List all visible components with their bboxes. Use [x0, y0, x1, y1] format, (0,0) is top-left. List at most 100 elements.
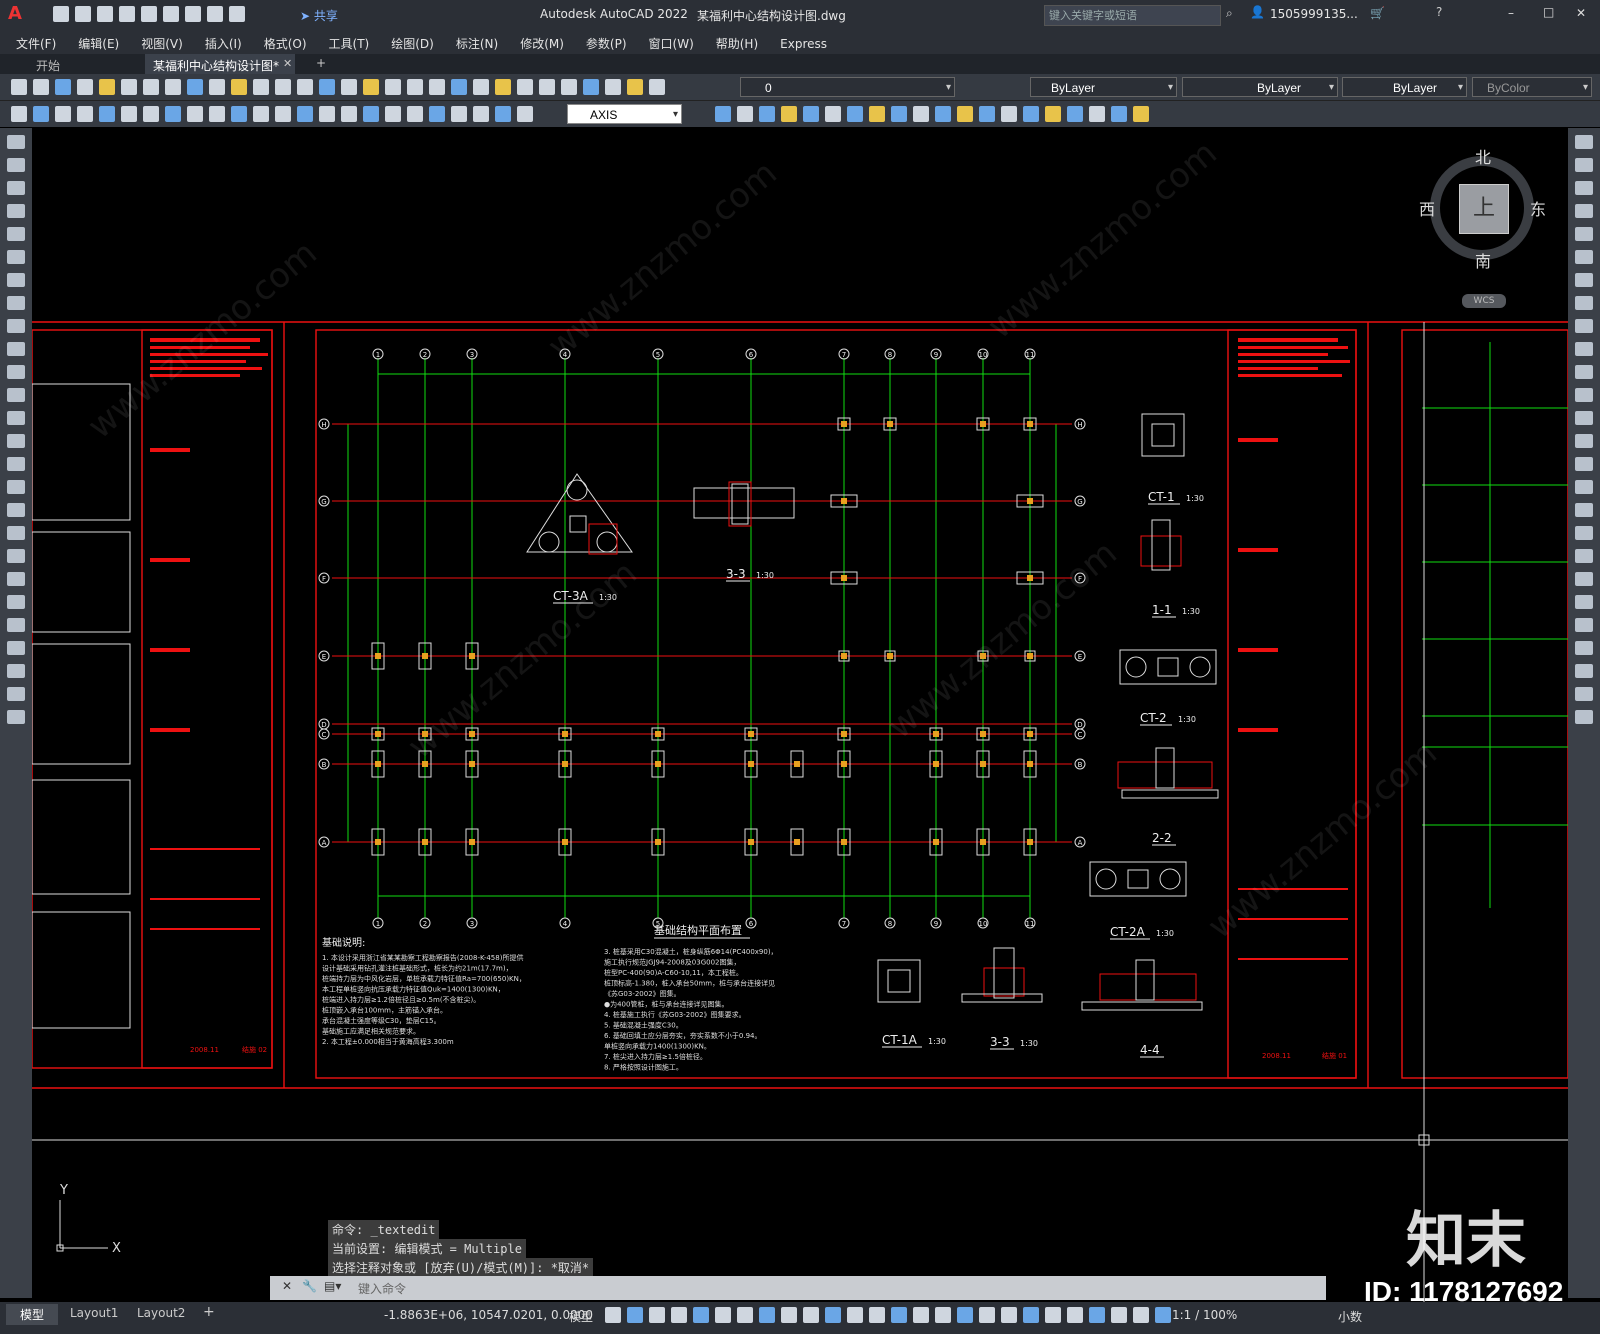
draw-palette-9-icon[interactable] — [7, 342, 25, 356]
modify-palette-22-icon[interactable] — [1575, 641, 1593, 655]
modify-palette-12-icon[interactable] — [1575, 411, 1593, 425]
modify-palette-4-icon[interactable] — [1575, 227, 1593, 241]
dim-tool-22-icon[interactable] — [495, 106, 511, 122]
standard-tool-13-icon[interactable] — [297, 79, 313, 95]
plot-icon[interactable] — [185, 6, 201, 22]
save-web-icon[interactable] — [163, 6, 179, 22]
dim-tool-21-icon[interactable] — [473, 106, 489, 122]
draw-palette-21-icon[interactable] — [7, 618, 25, 632]
new-icon[interactable] — [53, 6, 69, 22]
dim-tool-14-icon[interactable] — [319, 106, 335, 122]
modify-tool-4-icon[interactable] — [803, 106, 819, 122]
viewcube-face-top[interactable]: 上 — [1459, 184, 1509, 234]
draw-palette-23-icon[interactable] — [7, 664, 25, 678]
modify-tool-19-icon[interactable] — [1133, 106, 1149, 122]
text-style-dropdown[interactable]: AXIS ▾ — [567, 104, 682, 124]
modify-tool-12-icon[interactable] — [979, 106, 995, 122]
search-icon[interactable]: ⌕ — [1226, 6, 1233, 21]
tab-start[interactable]: 开始 — [36, 57, 60, 74]
cart-icon[interactable]: 🛒 — [1370, 6, 1385, 20]
status-tool-12-icon[interactable] — [869, 1307, 885, 1323]
menu-item-12[interactable]: Express — [780, 32, 827, 56]
modify-palette-10-icon[interactable] — [1575, 365, 1593, 379]
modify-palette-15-icon[interactable] — [1575, 480, 1593, 494]
tab-layout1[interactable]: Layout1 — [70, 1306, 118, 1320]
menu-item-4[interactable]: 格式(O) — [264, 30, 307, 57]
status-tool-23-icon[interactable] — [1111, 1307, 1127, 1323]
status-tool-2-icon[interactable] — [649, 1307, 665, 1323]
modify-tool-14-icon[interactable] — [1023, 106, 1039, 122]
menu-item-6[interactable]: 绘图(D) — [391, 30, 434, 57]
modify-palette-19-icon[interactable] — [1575, 572, 1593, 586]
draw-palette-17-icon[interactable] — [7, 526, 25, 540]
status-tool-22-icon[interactable] — [1089, 1307, 1105, 1323]
viewcube-north[interactable]: 北 — [1475, 144, 1491, 168]
modify-palette-18-icon[interactable] — [1575, 549, 1593, 563]
layout-add-button[interactable]: + — [203, 1304, 215, 1320]
status-tool-5-icon[interactable] — [715, 1307, 731, 1323]
save-icon[interactable] — [97, 6, 113, 22]
menu-item-3[interactable]: 插入(I) — [205, 30, 242, 57]
modify-tool-18-icon[interactable] — [1111, 106, 1127, 122]
standard-tool-25-icon[interactable] — [561, 79, 577, 95]
draw-palette-7-icon[interactable] — [7, 296, 25, 310]
standard-tool-26-icon[interactable] — [583, 79, 599, 95]
status-tool-6-icon[interactable] — [737, 1307, 753, 1323]
modify-palette-21-icon[interactable] — [1575, 618, 1593, 632]
standard-tool-14-icon[interactable] — [319, 79, 335, 95]
draw-palette-19-icon[interactable] — [7, 572, 25, 586]
standard-tool-5-icon[interactable] — [121, 79, 137, 95]
status-tool-19-icon[interactable] — [1023, 1307, 1039, 1323]
draw-palette-13-icon[interactable] — [7, 434, 25, 448]
units-selector[interactable]: 小数 — [1338, 1308, 1362, 1325]
modify-tool-3-icon[interactable] — [781, 106, 797, 122]
status-tool-21-icon[interactable] — [1067, 1307, 1083, 1323]
undo-icon[interactable] — [207, 6, 223, 22]
dim-tool-18-icon[interactable] — [407, 106, 423, 122]
draw-palette-8-icon[interactable] — [7, 319, 25, 333]
tab-close-icon[interactable]: ✕ — [283, 57, 292, 70]
draw-palette-5-icon[interactable] — [7, 250, 25, 264]
status-tool-18-icon[interactable] — [1001, 1307, 1017, 1323]
draw-palette-18-icon[interactable] — [7, 549, 25, 563]
dim-tool-19-icon[interactable] — [429, 106, 445, 122]
menu-item-9[interactable]: 参数(P) — [586, 30, 627, 57]
standard-tool-8-icon[interactable] — [187, 79, 203, 95]
user-name[interactable]: 1505999135... — [1270, 7, 1358, 21]
standard-tool-9-icon[interactable] — [209, 79, 225, 95]
command-line[interactable]: ✕ 🔧 ▤▾ 键入命令 — [270, 1276, 1326, 1300]
standard-tool-7-icon[interactable] — [165, 79, 181, 95]
menu-item-10[interactable]: 窗口(W) — [649, 30, 694, 57]
menu-item-8[interactable]: 修改(M) — [520, 30, 564, 57]
status-tool-25-icon[interactable] — [1155, 1307, 1171, 1323]
status-tool-7-icon[interactable] — [759, 1307, 775, 1323]
standard-tool-17-icon[interactable] — [385, 79, 401, 95]
standard-tool-2-icon[interactable] — [55, 79, 71, 95]
modify-tool-13-icon[interactable] — [1001, 106, 1017, 122]
standard-tool-4-icon[interactable] — [99, 79, 115, 95]
modify-tool-6-icon[interactable] — [847, 106, 863, 122]
dim-tool-3-icon[interactable] — [77, 106, 93, 122]
command-customize-icon[interactable]: 🔧 — [302, 1279, 317, 1293]
dim-tool-13-icon[interactable] — [297, 106, 313, 122]
standard-tool-6-icon[interactable] — [143, 79, 159, 95]
viewcube-south[interactable]: 南 — [1475, 248, 1491, 272]
standard-tool-24-icon[interactable] — [539, 79, 555, 95]
plotstyle-dropdown[interactable]: ByColor ▾ — [1472, 77, 1592, 97]
modify-palette-2-icon[interactable] — [1575, 181, 1593, 195]
modify-palette-0-icon[interactable] — [1575, 135, 1593, 149]
modify-tool-17-icon[interactable] — [1089, 106, 1105, 122]
modify-palette-1-icon[interactable] — [1575, 158, 1593, 172]
status-tool-11-icon[interactable] — [847, 1307, 863, 1323]
command-close-icon[interactable]: ✕ — [282, 1279, 292, 1293]
dim-tool-6-icon[interactable] — [143, 106, 159, 122]
color-dropdown[interactable]: ByLayer ▾ — [1030, 77, 1177, 97]
dim-tool-11-icon[interactable] — [253, 106, 269, 122]
standard-tool-28-icon[interactable] — [627, 79, 643, 95]
draw-palette-12-icon[interactable] — [7, 411, 25, 425]
status-tool-3-icon[interactable] — [671, 1307, 687, 1323]
dim-tool-20-icon[interactable] — [451, 106, 467, 122]
standard-tool-21-icon[interactable] — [473, 79, 489, 95]
tab-active-file[interactable]: 某福利中心结构设计图* ✕ — [145, 54, 295, 74]
status-tool-4-icon[interactable] — [693, 1307, 709, 1323]
